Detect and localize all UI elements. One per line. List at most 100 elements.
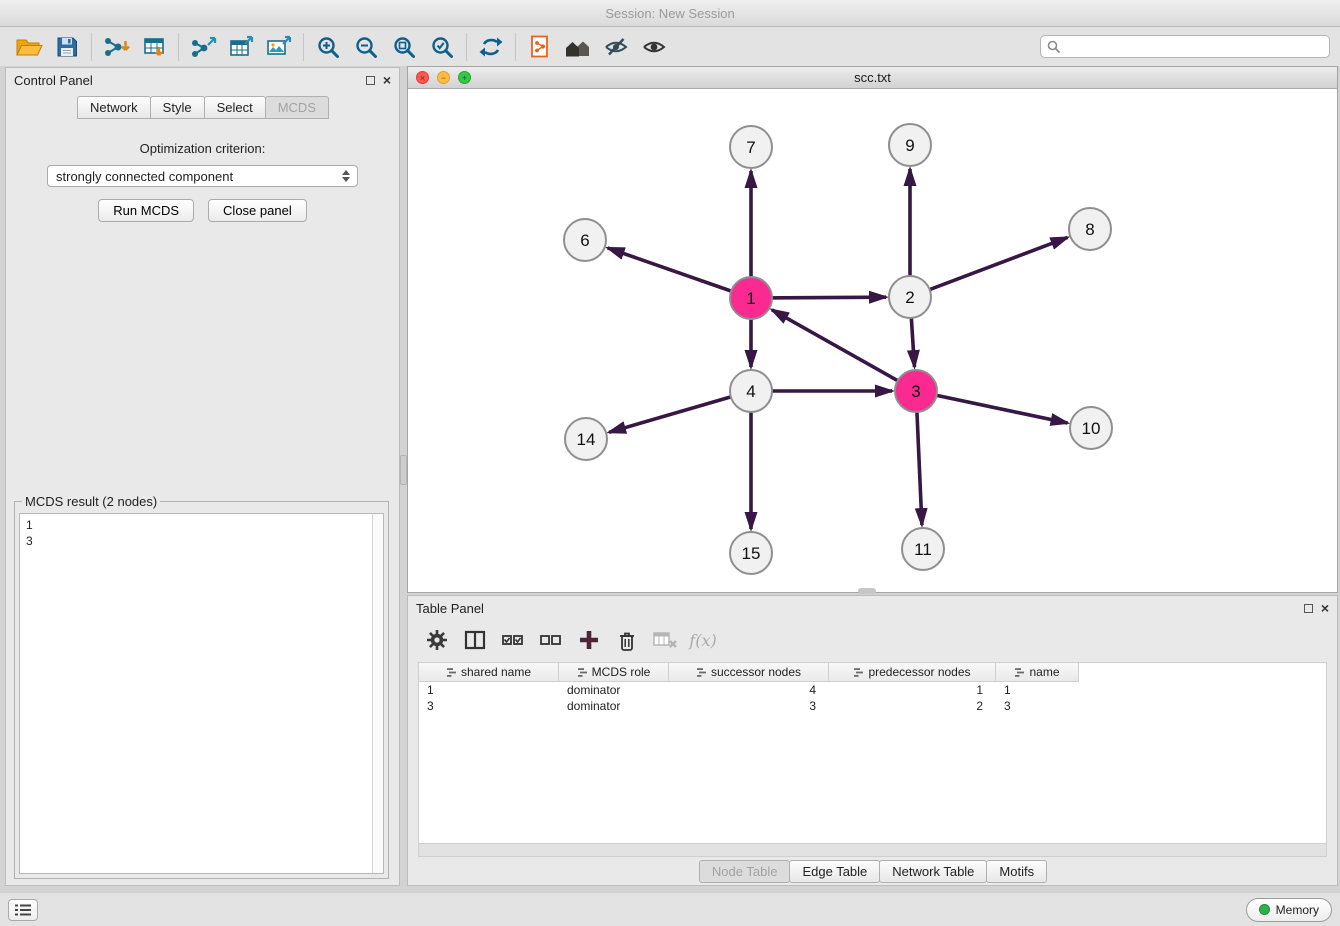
- tab-style[interactable]: Style: [150, 96, 205, 119]
- function-builder-button[interactable]: f(x): [690, 627, 716, 653]
- houses-icon: [565, 35, 591, 59]
- show-columns-button[interactable]: [462, 627, 488, 653]
- node-10[interactable]: 10: [1070, 407, 1112, 449]
- table-cell[interactable]: 3: [996, 698, 1079, 714]
- save-session-button[interactable]: [48, 31, 86, 63]
- toolbar-separator: [178, 33, 179, 61]
- houses-button[interactable]: [559, 31, 597, 63]
- edge-2-8[interactable]: [910, 237, 1068, 297]
- deselect-all-rows-button[interactable]: [538, 627, 564, 653]
- open-session-button[interactable]: [10, 31, 48, 63]
- tab-node-table[interactable]: Node Table: [699, 860, 791, 883]
- node-15[interactable]: 15: [730, 532, 772, 574]
- search-input[interactable]: [1065, 40, 1323, 54]
- zoom-out-icon: [354, 35, 378, 59]
- eye-button[interactable]: [635, 31, 673, 63]
- network-hscroll-thumb[interactable]: [858, 588, 876, 594]
- delete-table-icon: [652, 629, 678, 651]
- tab-select[interactable]: Select: [204, 96, 266, 119]
- table-cell[interactable]: dominator: [559, 682, 669, 698]
- table-cell[interactable]: 3: [669, 698, 829, 714]
- table-settings-button[interactable]: [424, 627, 450, 653]
- node-7[interactable]: 7: [730, 126, 772, 168]
- table-row[interactable]: 3dominator323: [419, 698, 1326, 714]
- eye-slash-button[interactable]: [597, 31, 635, 63]
- network-document-button[interactable]: [521, 31, 559, 63]
- mcds-result-box: MCDS result (2 nodes) 13: [14, 494, 389, 879]
- column-header-successor-nodes[interactable]: successor nodes: [669, 663, 829, 682]
- edge-1-6[interactable]: [608, 248, 751, 298]
- memory-button[interactable]: Memory: [1246, 898, 1332, 922]
- edge-3-1[interactable]: [772, 310, 916, 391]
- table-cell[interactable]: 1: [829, 682, 996, 698]
- import-table-button[interactable]: [135, 31, 173, 63]
- table-row[interactable]: 1dominator411: [419, 682, 1326, 698]
- search-field[interactable]: [1040, 35, 1330, 58]
- add-column-button[interactable]: [576, 627, 602, 653]
- node-3[interactable]: 3: [895, 370, 937, 412]
- float-table-panel-icon[interactable]: [1304, 604, 1313, 613]
- node-4[interactable]: 4: [730, 370, 772, 412]
- maximize-window-button[interactable]: +: [458, 71, 471, 84]
- list-icon: [15, 904, 31, 916]
- tab-mcds[interactable]: MCDS: [265, 96, 329, 119]
- node-label: 11: [914, 540, 932, 559]
- column-header-shared-name[interactable]: shared name: [419, 663, 559, 682]
- table-cell[interactable]: 2: [829, 698, 996, 714]
- node-label: 2: [905, 288, 914, 307]
- export-image-button[interactable]: [260, 31, 298, 63]
- tab-motifs[interactable]: Motifs: [986, 860, 1047, 883]
- table-cell[interactable]: 1: [996, 682, 1079, 698]
- mcds-result-text: 13: [20, 514, 383, 552]
- select-all-rows-button[interactable]: [500, 627, 526, 653]
- column-header-predecessor-nodes[interactable]: predecessor nodes: [829, 663, 996, 682]
- close-panel-icon[interactable]: ×: [383, 75, 391, 85]
- node-label: 15: [742, 544, 761, 563]
- table-cell[interactable]: 1: [419, 682, 559, 698]
- table-header-row: shared nameMCDS role successor nodes prede…: [419, 663, 1326, 682]
- zoom-selected-button[interactable]: [423, 31, 461, 63]
- import-network-button[interactable]: [97, 31, 135, 63]
- tab-edge-table[interactable]: Edge Table: [789, 860, 880, 883]
- table-cell[interactable]: 4: [669, 682, 829, 698]
- minimize-window-button[interactable]: −: [437, 71, 450, 84]
- result-scrollbar[interactable]: [372, 514, 383, 873]
- close-window-button[interactable]: ×: [416, 71, 429, 84]
- table-cell[interactable]: 3: [419, 698, 559, 714]
- float-panel-icon[interactable]: [366, 76, 375, 85]
- tab-network[interactable]: Network: [77, 96, 151, 119]
- node-1[interactable]: 1: [730, 277, 772, 319]
- panel-splitter-handle[interactable]: [400, 455, 407, 485]
- close-panel-button[interactable]: Close panel: [208, 199, 307, 222]
- close-table-panel-icon[interactable]: ×: [1321, 603, 1329, 613]
- refresh-layout-button[interactable]: [472, 31, 510, 63]
- export-table-button[interactable]: [222, 31, 260, 63]
- node-2[interactable]: 2: [889, 276, 931, 318]
- node-11[interactable]: 11: [902, 528, 944, 570]
- delete-column-button[interactable]: [614, 627, 640, 653]
- graph-canvas[interactable]: 7 9 6 8 1 2 4 3 14 10 15 11: [408, 89, 1337, 592]
- node-6[interactable]: 6: [564, 219, 606, 261]
- window-title: Session: New Session: [605, 6, 734, 21]
- task-history-button[interactable]: [8, 899, 38, 921]
- tab-network-table[interactable]: Network Table: [879, 860, 987, 883]
- zoom-fit-button[interactable]: [385, 31, 423, 63]
- table-cell[interactable]: dominator: [559, 698, 669, 714]
- zoom-out-button[interactable]: [347, 31, 385, 63]
- column-label: successor nodes: [711, 665, 801, 679]
- edge-3-10[interactable]: [916, 391, 1068, 423]
- zoom-in-button[interactable]: [309, 31, 347, 63]
- run-mcds-button[interactable]: Run MCDS: [98, 199, 194, 222]
- control-panel: Control Panel × NetworkStyleSelectMCDS O…: [5, 67, 400, 886]
- column-header-name[interactable]: name: [996, 663, 1079, 682]
- sort-icon: [853, 667, 864, 678]
- criterion-select[interactable]: strongly connected component: [47, 165, 358, 187]
- delete-table-button[interactable]: [652, 627, 678, 653]
- node-8[interactable]: 8: [1069, 208, 1111, 250]
- column-header-mcds-role[interactable]: MCDS role: [559, 663, 669, 682]
- node-9[interactable]: 9: [889, 124, 931, 166]
- node-14[interactable]: 14: [565, 418, 607, 460]
- export-network-button[interactable]: [184, 31, 222, 63]
- edge-4-14[interactable]: [609, 391, 751, 432]
- table-hscrollbar[interactable]: [418, 844, 1327, 857]
